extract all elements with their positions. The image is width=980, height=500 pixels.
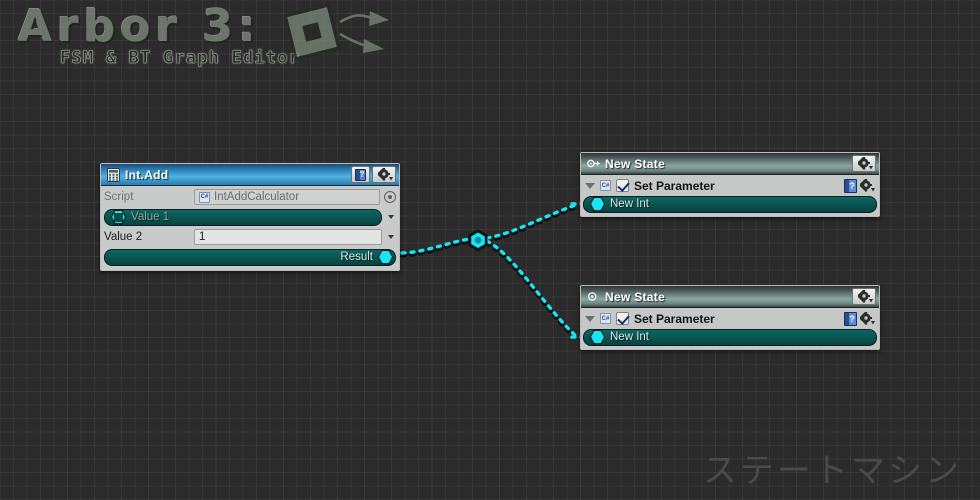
graph-canvas[interactable]: Arbor 3: FSM & BT Graph Editor .wire-sha… bbox=[0, 0, 980, 500]
result-label: Result bbox=[340, 251, 373, 263]
arbor-logo: Arbor 3: FSM & BT Graph Editor bbox=[14, 2, 414, 88]
value2-value: 1 bbox=[199, 231, 206, 243]
result-slot[interactable]: Result bbox=[104, 248, 396, 266]
foldout-icon[interactable] bbox=[585, 315, 595, 322]
state-header-1[interactable]: New State bbox=[581, 153, 879, 175]
behaviour-buttons-1 bbox=[844, 178, 875, 193]
state-body-1: C# Set Parameter ? New Int bbox=[581, 175, 879, 216]
foldout-icon[interactable] bbox=[585, 182, 595, 189]
result-row[interactable]: Result bbox=[104, 248, 396, 266]
csharp-badge: C# bbox=[600, 180, 611, 191]
value2-dropdown[interactable] bbox=[386, 235, 396, 239]
behaviour-header-2[interactable]: C# Set Parameter bbox=[583, 309, 877, 328]
state-title-1: New State bbox=[605, 156, 666, 171]
behaviour-header-1[interactable]: C# Set Parameter bbox=[583, 176, 877, 195]
help-icon[interactable] bbox=[844, 311, 857, 326]
behaviour-buttons-2 bbox=[844, 311, 875, 326]
node-header[interactable]: Int.Add bbox=[101, 164, 399, 186]
logo-subtitle: FSM & BT Graph Editor bbox=[60, 48, 301, 69]
value1-slot[interactable]: Value 1 bbox=[104, 208, 382, 226]
behaviour-title-2: Set Parameter bbox=[634, 311, 715, 326]
gear-icon[interactable] bbox=[860, 179, 875, 192]
state-header-buttons-2 bbox=[852, 288, 876, 305]
enable-checkbox[interactable] bbox=[616, 179, 629, 192]
script-row[interactable]: Script C# IntAddCalculator bbox=[104, 188, 396, 206]
node-title: Int.Add bbox=[125, 167, 169, 182]
state-header-2[interactable]: New State bbox=[581, 286, 879, 308]
output-port-icon[interactable] bbox=[379, 250, 392, 264]
gear-icon bbox=[857, 157, 873, 170]
help-icon bbox=[355, 168, 366, 181]
logo-mark-icon bbox=[283, 4, 389, 60]
target-icon[interactable] bbox=[384, 191, 396, 203]
result-port-wrap[interactable] bbox=[378, 250, 393, 265]
calculator-icon bbox=[107, 167, 120, 182]
value1-dropdown[interactable] bbox=[386, 215, 396, 219]
parameter-label-2: New Int bbox=[610, 331, 649, 343]
logo-title: Arbor 3: bbox=[18, 1, 261, 52]
state-title-2: New State bbox=[605, 289, 666, 304]
gear-icon bbox=[857, 290, 873, 303]
settings-button[interactable] bbox=[372, 166, 396, 183]
value2-field[interactable]: 1 bbox=[194, 229, 382, 245]
enable-checkbox[interactable] bbox=[616, 312, 629, 325]
parameter-port-wrap-2[interactable] bbox=[590, 330, 605, 345]
help-button[interactable] bbox=[351, 166, 370, 183]
value2-label: Value 2 bbox=[104, 231, 143, 243]
parameter-row-1[interactable]: New Int bbox=[583, 195, 877, 213]
node-int-add[interactable]: Int.Add ? Script C# IntAddCalculator Val… bbox=[100, 163, 400, 271]
parameter-slot-1[interactable]: New Int bbox=[583, 195, 877, 213]
state-settings-button-1[interactable] bbox=[852, 155, 876, 172]
gear-icon[interactable] bbox=[860, 312, 875, 325]
node-body: Script C# IntAddCalculator Value 1 Value… bbox=[101, 186, 399, 270]
behaviour-title-1: Set Parameter bbox=[634, 178, 715, 193]
value1-label: Value 1 bbox=[131, 211, 170, 223]
watermark-text: ステートマシン bbox=[703, 451, 962, 491]
node-new-state-1[interactable]: New State C# Set Parameter ? New Int bbox=[580, 152, 880, 217]
start-state-icon bbox=[587, 159, 600, 168]
csharp-badge: C# bbox=[199, 191, 210, 203]
state-header-buttons-1 bbox=[852, 155, 876, 172]
value2-row[interactable]: Value 2 1 bbox=[104, 228, 396, 246]
script-field[interactable]: C# IntAddCalculator bbox=[194, 189, 380, 205]
input-port-icon[interactable] bbox=[591, 330, 604, 344]
parameter-label-1: New Int bbox=[610, 198, 649, 210]
parameter-port-wrap-1[interactable] bbox=[590, 197, 605, 212]
state-body-2: C# Set Parameter ? New Int bbox=[581, 308, 879, 349]
node-new-state-2[interactable]: New State C# Set Parameter ? New Int bbox=[580, 285, 880, 350]
wire-junction-node bbox=[468, 229, 488, 252]
script-label: Script bbox=[104, 191, 134, 203]
gear-icon bbox=[377, 168, 393, 181]
help-icon[interactable] bbox=[844, 178, 857, 193]
node-header-buttons bbox=[351, 166, 396, 183]
csharp-badge: C# bbox=[600, 313, 611, 324]
input-port-icon[interactable] bbox=[591, 197, 604, 211]
input-port-icon[interactable] bbox=[112, 210, 125, 224]
value1-port-wrap[interactable] bbox=[111, 210, 126, 225]
script-value: IntAddCalculator bbox=[214, 191, 300, 203]
parameter-row-2[interactable]: New Int bbox=[583, 328, 877, 346]
state-settings-button-2[interactable] bbox=[852, 288, 876, 305]
state-icon bbox=[587, 292, 597, 301]
value1-row[interactable]: Value 1 bbox=[104, 208, 396, 226]
parameter-slot-2[interactable]: New Int bbox=[583, 328, 877, 346]
